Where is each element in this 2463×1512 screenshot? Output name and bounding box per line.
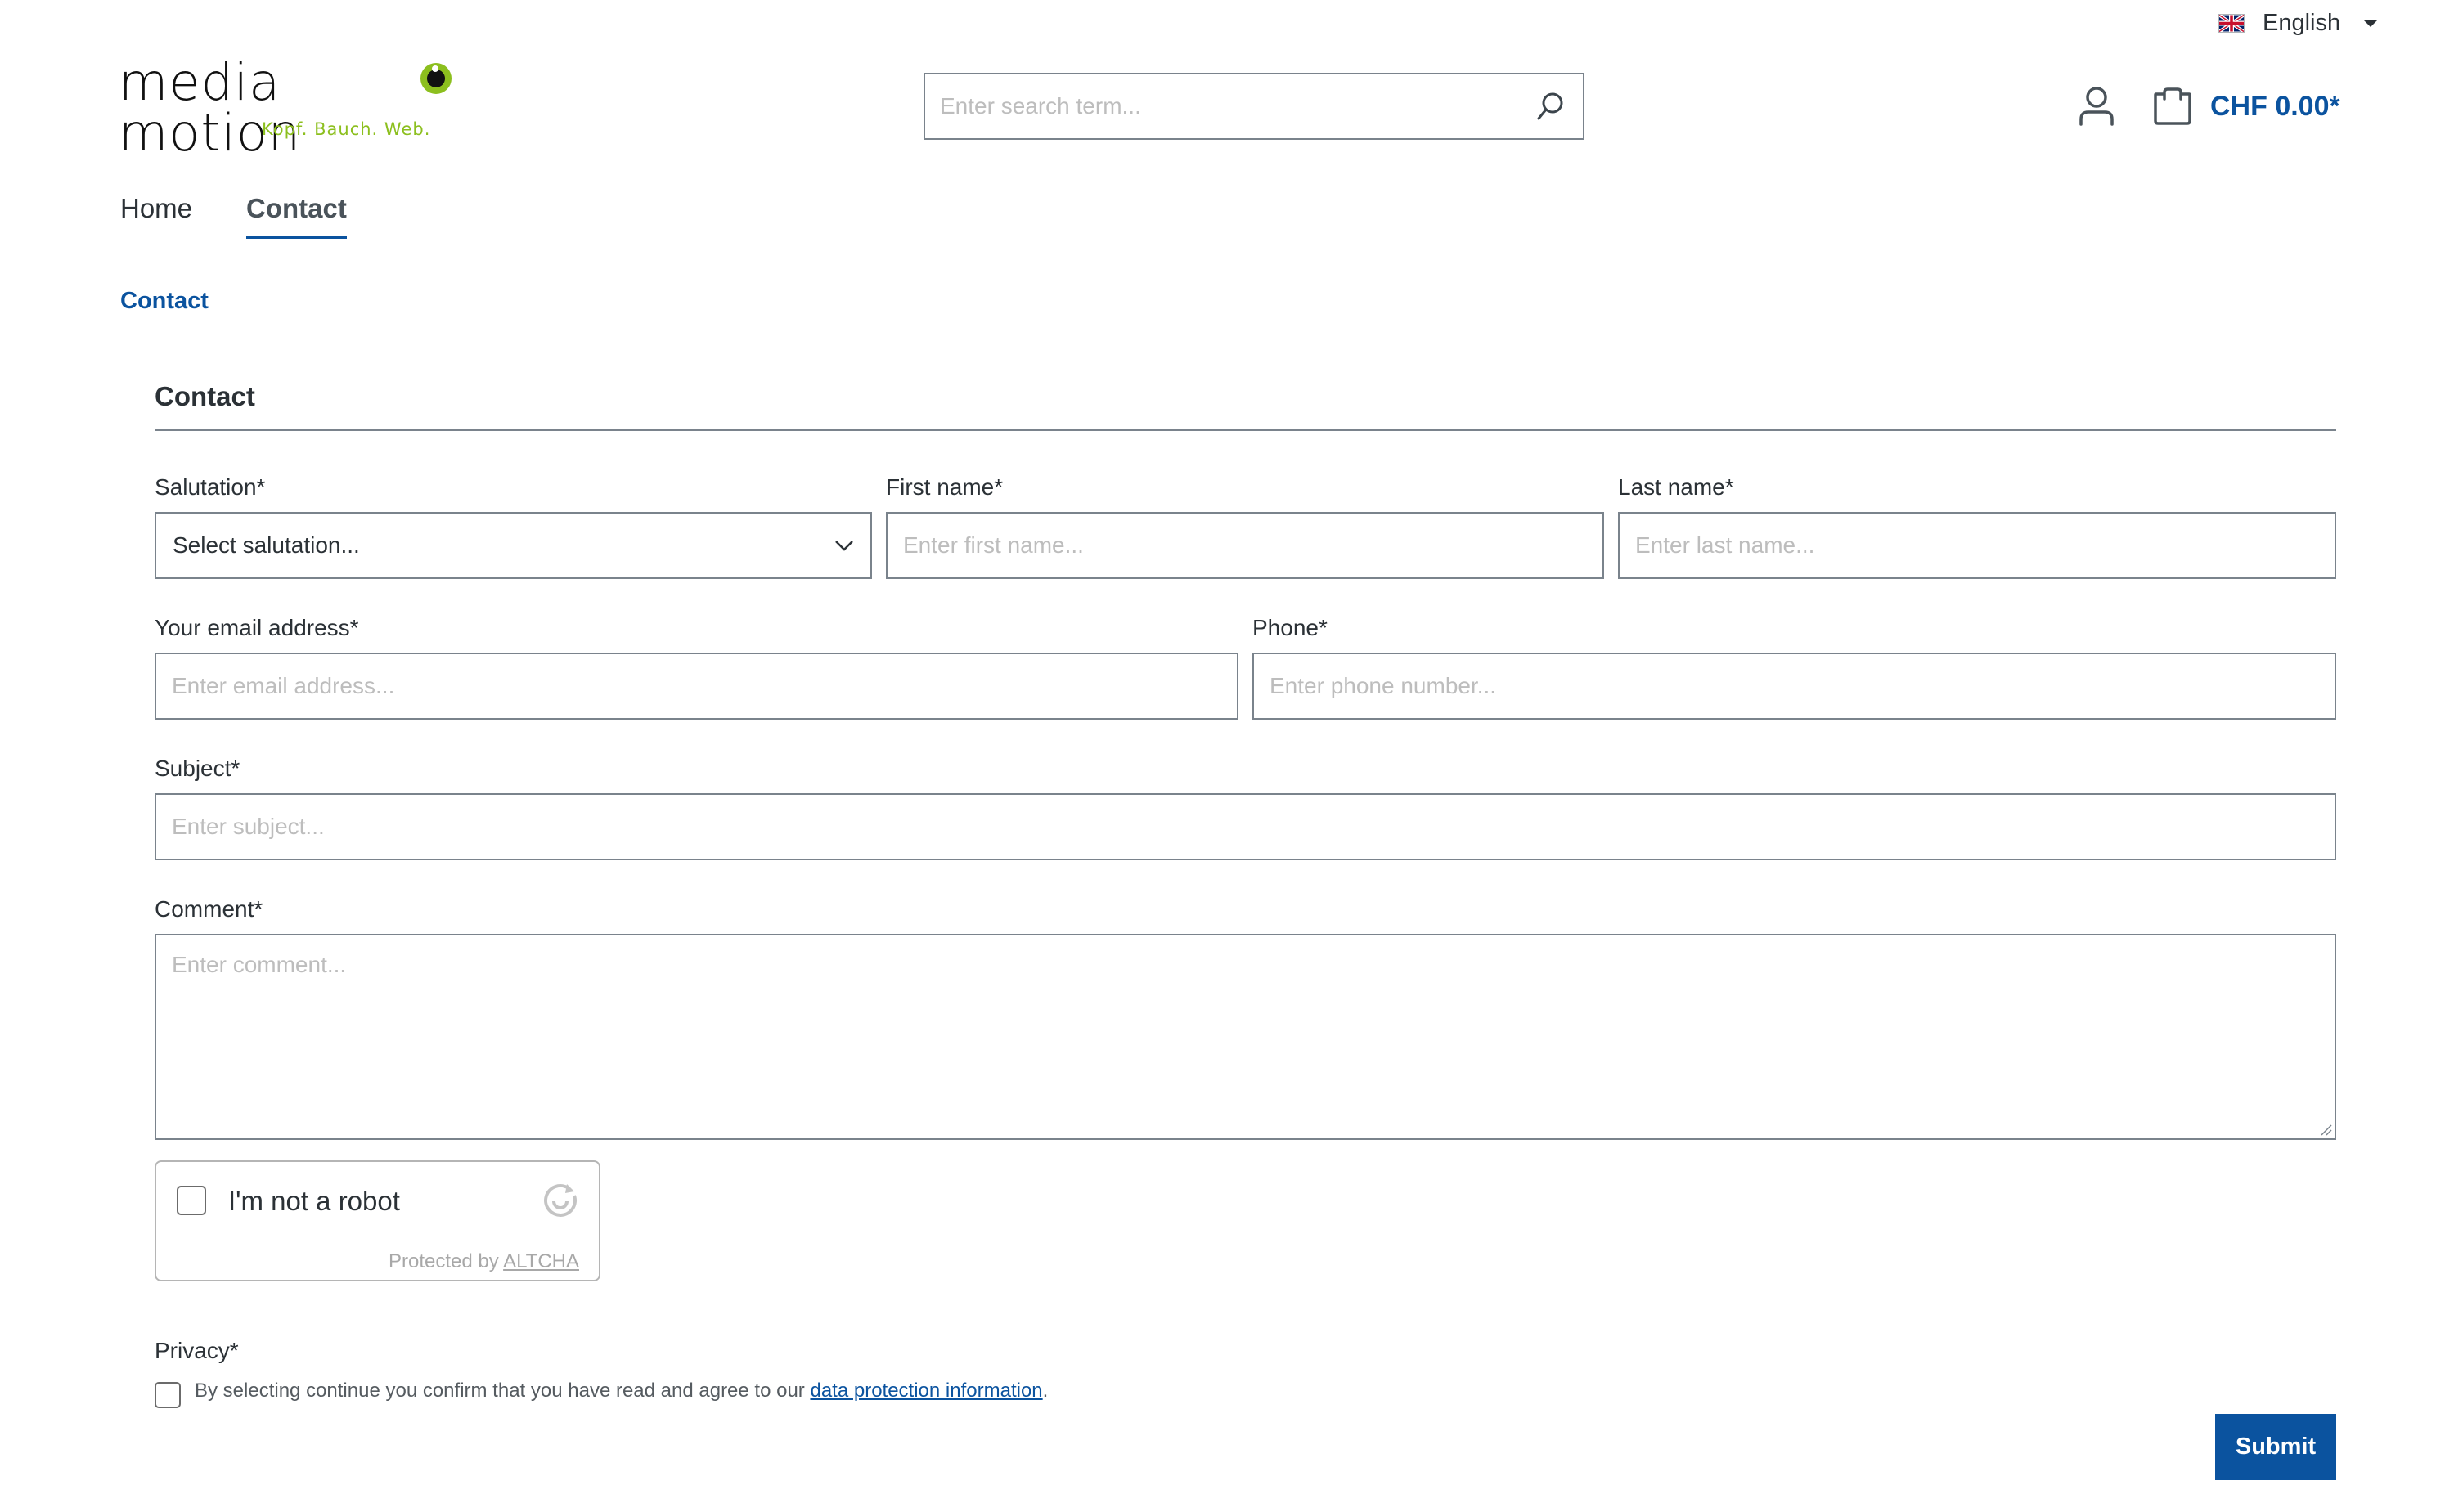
last-name-field-wrapper <box>1618 512 2336 579</box>
first-name-field-wrapper <box>886 512 1604 579</box>
uk-flag-icon <box>2218 13 2245 33</box>
captcha-widget: I'm not a robot Protected by ALTCHA <box>155 1160 600 1281</box>
logo[interactable]: media motion Kopf. Bauch. Web. <box>119 57 462 159</box>
caret-down-icon <box>2363 19 2379 27</box>
user-icon <box>2079 87 2114 126</box>
privacy-text-after: . <box>1042 1380 1049 1402</box>
logo-tagline: Kopf. Bauch. Web. <box>262 119 431 139</box>
captcha-checkbox[interactable] <box>177 1186 206 1215</box>
main-navigation: Home Contact <box>120 193 347 239</box>
privacy-text: By selecting continue you confirm that y… <box>195 1380 1048 1402</box>
subject-label: Subject* <box>155 756 240 781</box>
form-heading: Contact <box>155 381 255 411</box>
nav-item-contact[interactable]: Contact <box>246 193 347 239</box>
divider <box>155 429 2336 431</box>
captcha-protected-by: Protected by <box>389 1250 499 1272</box>
email-label: Your email address* <box>155 615 359 640</box>
privacy-checkbox[interactable] <box>155 1382 181 1408</box>
cart-total: CHF 0.00* <box>2210 90 2340 122</box>
subject-field-wrapper <box>155 793 2336 860</box>
comment-textarea[interactable] <box>156 935 2335 1138</box>
phone-input[interactable] <box>1254 654 2335 718</box>
nav-item-home[interactable]: Home <box>120 193 192 239</box>
chevron-down-icon <box>835 541 853 551</box>
altcha-logo-icon <box>544 1183 577 1217</box>
submit-button[interactable]: Submit <box>2215 1414 2336 1480</box>
language-label: English <box>2263 9 2341 36</box>
search-bar <box>924 73 1584 140</box>
phone-label: Phone* <box>1252 615 1328 640</box>
salutation-select[interactable]: Select salutation... <box>155 512 872 579</box>
last-name-label: Last name* <box>1618 474 1734 500</box>
eye-icon <box>420 63 452 94</box>
comment-field-wrapper <box>155 934 2336 1140</box>
first-name-label: First name* <box>886 474 1004 500</box>
captcha-label: I'm not a robot <box>228 1186 400 1216</box>
search-icon <box>1537 92 1563 120</box>
language-selector[interactable]: English <box>2218 5 2379 41</box>
salutation-value: Select salutation... <box>173 532 360 558</box>
data-protection-link[interactable]: data protection information <box>810 1380 1042 1402</box>
cart-button[interactable]: CHF 0.00* <box>2153 82 2340 131</box>
comment-label: Comment* <box>155 896 263 922</box>
privacy-text-before: By selecting continue you confirm that y… <box>195 1380 811 1402</box>
email-field-wrapper <box>155 653 1238 720</box>
search-button[interactable] <box>1517 74 1583 138</box>
first-name-input[interactable] <box>888 514 1602 577</box>
last-name-input[interactable] <box>1620 514 2335 577</box>
logo-wordmark: media motion <box>119 52 302 163</box>
altcha-link[interactable]: ALTCHA <box>503 1250 579 1272</box>
captcha-footer: Protected by ALTCHA <box>389 1250 579 1273</box>
shopping-bag-icon <box>2154 87 2191 125</box>
subject-input[interactable] <box>156 795 2335 859</box>
phone-field-wrapper <box>1252 653 2336 720</box>
email-input[interactable] <box>156 654 1237 718</box>
salutation-label: Salutation* <box>155 474 266 500</box>
account-button[interactable] <box>2078 85 2115 128</box>
resize-handle-icon[interactable] <box>2318 1122 2333 1137</box>
breadcrumb[interactable]: Contact <box>120 288 209 315</box>
search-input[interactable] <box>925 74 1517 138</box>
privacy-label: Privacy* <box>155 1338 239 1363</box>
